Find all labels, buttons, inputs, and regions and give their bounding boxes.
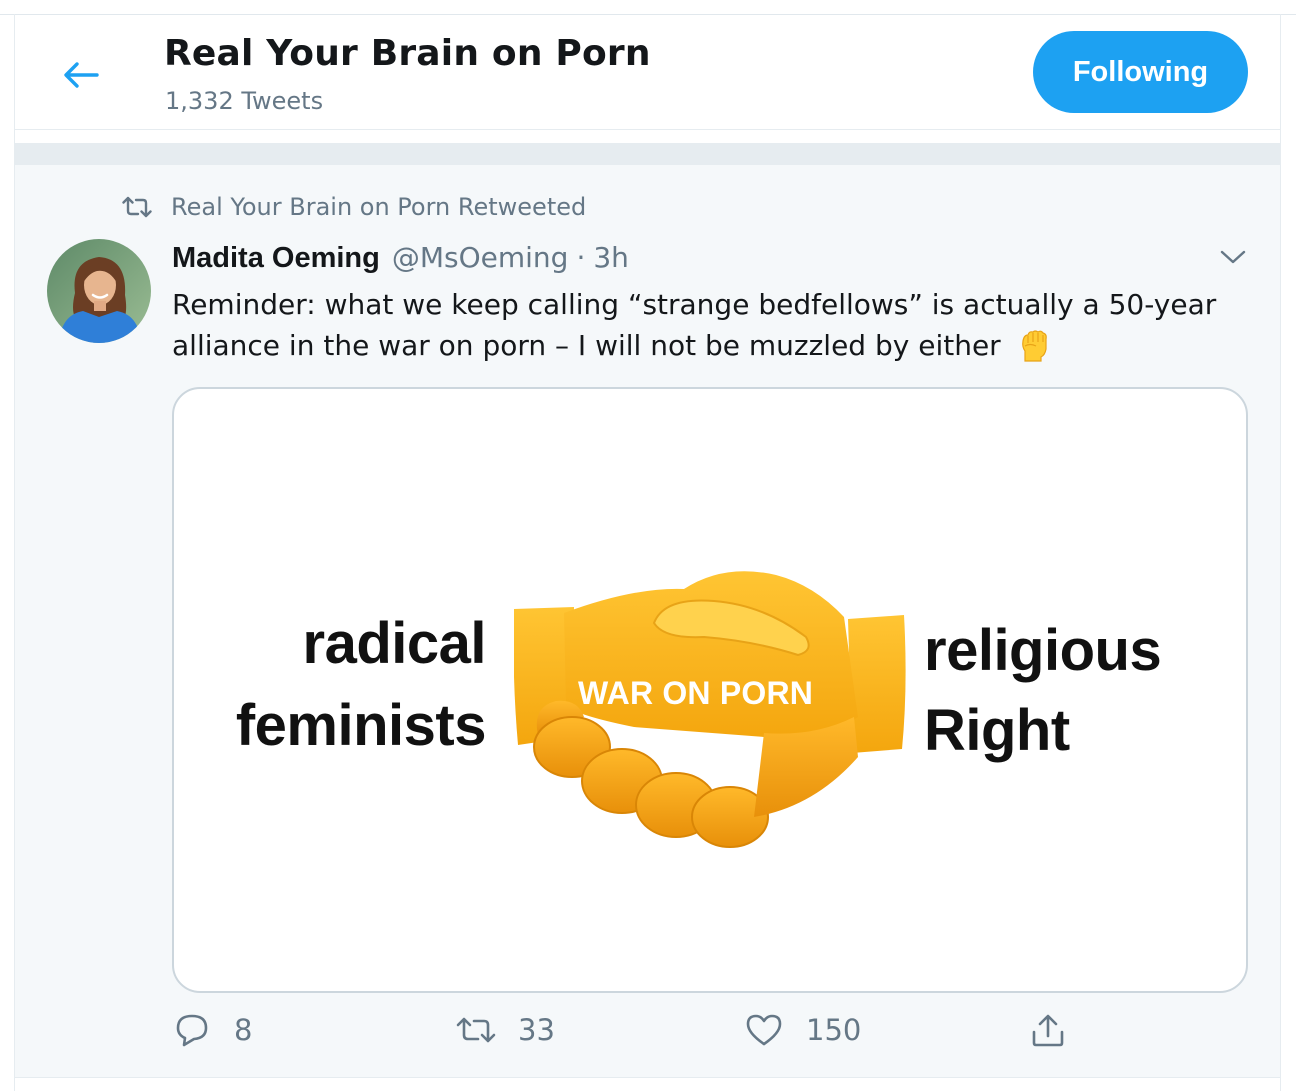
reply-button[interactable]: 8 — [172, 1010, 252, 1050]
tweet-author-row: Madita Oeming @MsOeming · 3h — [172, 241, 629, 275]
retweet-icon — [456, 1010, 496, 1050]
reply-count: 8 — [234, 1013, 253, 1047]
retweet-button[interactable]: 33 — [456, 1010, 555, 1050]
header-divider — [15, 129, 1280, 130]
tweet-bottom-divider — [15, 1077, 1280, 1078]
meme-right-text: religious Right — [924, 611, 1162, 771]
like-count: 150 — [806, 1013, 862, 1047]
reply-icon — [172, 1010, 212, 1050]
avatar[interactable] — [47, 239, 151, 343]
handshake-label: WAR ON PORN — [578, 675, 814, 711]
share-button[interactable] — [1028, 1010, 1068, 1050]
following-button[interactable]: Following — [1033, 31, 1248, 113]
handshake-icon — [514, 571, 906, 848]
tweet-timestamp[interactable]: 3h — [593, 241, 629, 274]
meme-right-line1: religious — [924, 618, 1162, 683]
column-border-right — [1280, 14, 1281, 1091]
tweet-menu-button[interactable] — [1213, 239, 1253, 275]
profile-name-title: Real Your Brain on Porn — [164, 33, 651, 74]
author-display-name[interactable]: Madita Oeming — [172, 242, 380, 275]
meme-left-line1: radical — [302, 611, 487, 676]
meme-right-line2: Right — [924, 698, 1070, 763]
raised-fist-emoji — [1021, 330, 1047, 362]
like-button[interactable]: 150 — [744, 1010, 861, 1050]
profile-header: Real Your Brain on Porn 1,332 Tweets Fol… — [15, 15, 1280, 129]
section-gap — [15, 143, 1280, 165]
tweet-body: Reminder: what we keep calling “strange … — [172, 288, 1217, 362]
tweet-image[interactable]: radical feminists WAR ON PORN religious … — [172, 387, 1248, 993]
share-icon — [1028, 1010, 1068, 1050]
back-arrow-icon — [64, 62, 99, 88]
author-handle[interactable]: @MsOeming — [392, 241, 569, 274]
tweet-text: Reminder: what we keep calling “strange … — [172, 284, 1232, 366]
retweet-count: 33 — [518, 1013, 555, 1047]
meme-left-text: radical feminists — [235, 603, 487, 767]
retweet-icon — [121, 193, 153, 221]
retweet-context: Real Your Brain on Porn Retweeted — [121, 193, 586, 221]
tweet-count: 1,332 Tweets — [165, 87, 324, 115]
retweet-context-label: Real Your Brain on Porn Retweeted — [171, 193, 587, 221]
back-button[interactable] — [59, 53, 103, 97]
heart-icon — [744, 1010, 784, 1050]
separator-dot: · — [576, 241, 586, 274]
tweet-card[interactable]: Real Your Brain on Porn Retweeted Madita… — [15, 165, 1280, 1077]
tweet-actions: 8 33 150 — [172, 1010, 1232, 1066]
chevron-down-icon — [1220, 250, 1246, 264]
meme-left-line2: feminists — [235, 693, 487, 758]
